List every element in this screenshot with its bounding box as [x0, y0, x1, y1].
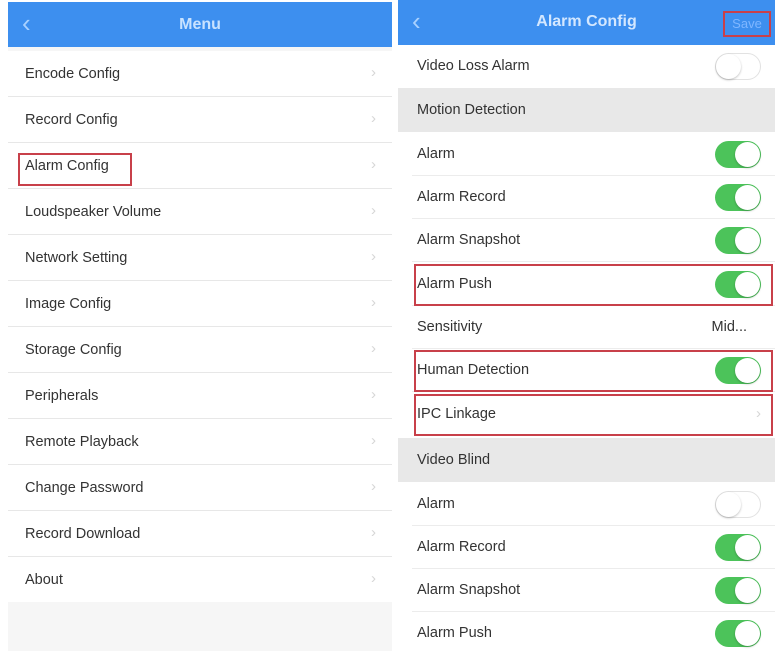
motion-detection-section-label: Motion Detection — [417, 102, 526, 118]
menu-item-label: Record Config — [25, 112, 118, 128]
toggle-knob — [735, 578, 760, 603]
menu-item-label: Remote Playback — [25, 434, 139, 450]
menu-item-record-download[interactable]: Record Download › — [8, 511, 392, 557]
menu-item-label: Alarm Config — [25, 158, 109, 174]
md-sensitivity-row[interactable]: Sensitivity Mid... — [398, 306, 775, 349]
menu-item-label: Loudspeaker Volume — [25, 204, 162, 220]
chevron-right-icon: › — [371, 432, 376, 449]
menu-item-change-password[interactable]: Change Password › — [8, 465, 392, 511]
alarm-config-title: Alarm Config — [536, 13, 637, 30]
vb-alarm-push-toggle[interactable] — [715, 620, 761, 647]
chevron-right-icon: › — [371, 570, 376, 587]
toggle-knob — [735, 228, 760, 253]
menu-item-label: Storage Config — [25, 342, 122, 358]
md-human-detection-toggle[interactable] — [715, 357, 761, 384]
toggle-knob — [735, 621, 760, 646]
md-alarm-record-label: Alarm Record — [417, 189, 506, 205]
md-alarm-label: Alarm — [417, 146, 455, 162]
chevron-right-icon: › — [371, 248, 376, 265]
menu-item-network-setting[interactable]: Network Setting › — [8, 235, 392, 281]
vb-alarm-snapshot-row: Alarm Snapshot — [398, 569, 775, 612]
md-alarm-snapshot-row: Alarm Snapshot — [398, 219, 775, 262]
menu-list: Encode Config › Record Config › Alarm Co… — [8, 51, 392, 602]
vb-alarm-label: Alarm — [417, 496, 455, 512]
menu-item-label: Peripherals — [25, 388, 99, 404]
toggle-knob — [716, 492, 741, 517]
chevron-right-icon: › — [756, 405, 761, 422]
menu-item-label: Network Setting — [25, 250, 128, 266]
md-alarm-snapshot-toggle[interactable] — [715, 227, 761, 254]
menu-item-about[interactable]: About › — [8, 557, 392, 602]
md-alarm-push-label: Alarm Push — [417, 276, 492, 292]
menu-item-image-config[interactable]: Image Config › — [8, 281, 392, 327]
menu-nav-bar: ‹ Menu — [8, 2, 392, 47]
vb-alarm-record-label: Alarm Record — [417, 539, 506, 555]
md-alarm-record-row: Alarm Record — [398, 176, 775, 219]
vb-alarm-push-row: Alarm Push — [398, 612, 775, 651]
chevron-right-icon: › — [371, 294, 376, 311]
md-sensitivity-label: Sensitivity — [417, 319, 483, 335]
menu-item-record-config[interactable]: Record Config › — [8, 97, 392, 143]
menu-item-loudspeaker-volume[interactable]: Loudspeaker Volume › — [8, 189, 392, 235]
video-loss-alarm-label: Video Loss Alarm — [417, 58, 530, 74]
md-alarm-row: Alarm — [398, 133, 775, 176]
toggle-knob — [735, 358, 760, 383]
md-human-detection-label: Human Detection — [417, 362, 530, 378]
motion-detection-section-header: Motion Detection — [398, 88, 775, 132]
md-alarm-snapshot-label: Alarm Snapshot — [417, 232, 521, 248]
vb-alarm-toggle[interactable] — [715, 491, 761, 518]
toggle-knob — [735, 272, 760, 297]
vb-alarm-snapshot-toggle[interactable] — [715, 577, 761, 604]
chevron-right-icon: › — [371, 524, 376, 541]
chevron-right-icon: › — [371, 64, 376, 81]
md-alarm-push-row: Alarm Push — [398, 263, 775, 306]
md-alarm-push-toggle[interactable] — [715, 271, 761, 298]
chevron-right-icon: › — [371, 110, 376, 127]
vb-alarm-snapshot-label: Alarm Snapshot — [417, 582, 521, 598]
md-alarm-record-toggle[interactable] — [715, 184, 761, 211]
toggle-knob — [735, 535, 760, 560]
vb-alarm-push-label: Alarm Push — [417, 625, 492, 641]
menu-item-label: Encode Config — [25, 66, 121, 82]
toggle-knob — [735, 185, 760, 210]
menu-item-peripherals[interactable]: Peripherals › — [8, 373, 392, 419]
alarm-config-panel: ‹ Alarm Config Save Video Loss Alarm Mot… — [398, 0, 775, 651]
toggle-knob — [716, 54, 741, 79]
video-blind-section-label: Video Blind — [417, 452, 491, 468]
menu-item-label: Record Download — [25, 526, 141, 542]
video-loss-alarm-row: Video Loss Alarm — [398, 45, 775, 88]
chevron-right-icon: › — [371, 340, 376, 357]
vb-alarm-row: Alarm — [398, 483, 775, 526]
menu-title: Menu — [179, 16, 221, 33]
vb-alarm-record-toggle[interactable] — [715, 534, 761, 561]
menu-item-storage-config[interactable]: Storage Config › — [8, 327, 392, 373]
menu-item-alarm-config[interactable]: Alarm Config › — [8, 143, 392, 189]
vb-alarm-record-row: Alarm Record — [398, 526, 775, 569]
chevron-right-icon: › — [371, 202, 376, 219]
video-blind-section-header: Video Blind — [398, 438, 775, 482]
menu-item-remote-playback[interactable]: Remote Playback › — [8, 419, 392, 465]
menu-item-label: Change Password — [25, 480, 144, 496]
md-human-detection-row: Human Detection — [398, 349, 775, 392]
chevron-right-icon: › — [371, 386, 376, 403]
menu-item-encode-config[interactable]: Encode Config › — [8, 51, 392, 97]
menu-item-label: Image Config — [25, 296, 112, 312]
md-alarm-toggle[interactable] — [715, 141, 761, 168]
save-button[interactable]: Save — [723, 11, 771, 37]
menu-panel: ‹ Menu Encode Config › Record Config › A… — [8, 2, 392, 651]
video-loss-alarm-toggle[interactable] — [715, 53, 761, 80]
chevron-right-icon: › — [371, 156, 376, 173]
md-ipc-linkage-label: IPC Linkage — [417, 406, 496, 422]
toggle-knob — [735, 142, 760, 167]
md-ipc-linkage-row[interactable]: IPC Linkage › — [398, 393, 775, 436]
md-sensitivity-value: Mid... — [711, 319, 747, 335]
menu-item-label: About — [25, 572, 63, 588]
alarm-nav-bar: ‹ Alarm Config Save — [398, 0, 775, 45]
chevron-right-icon: › — [371, 478, 376, 495]
